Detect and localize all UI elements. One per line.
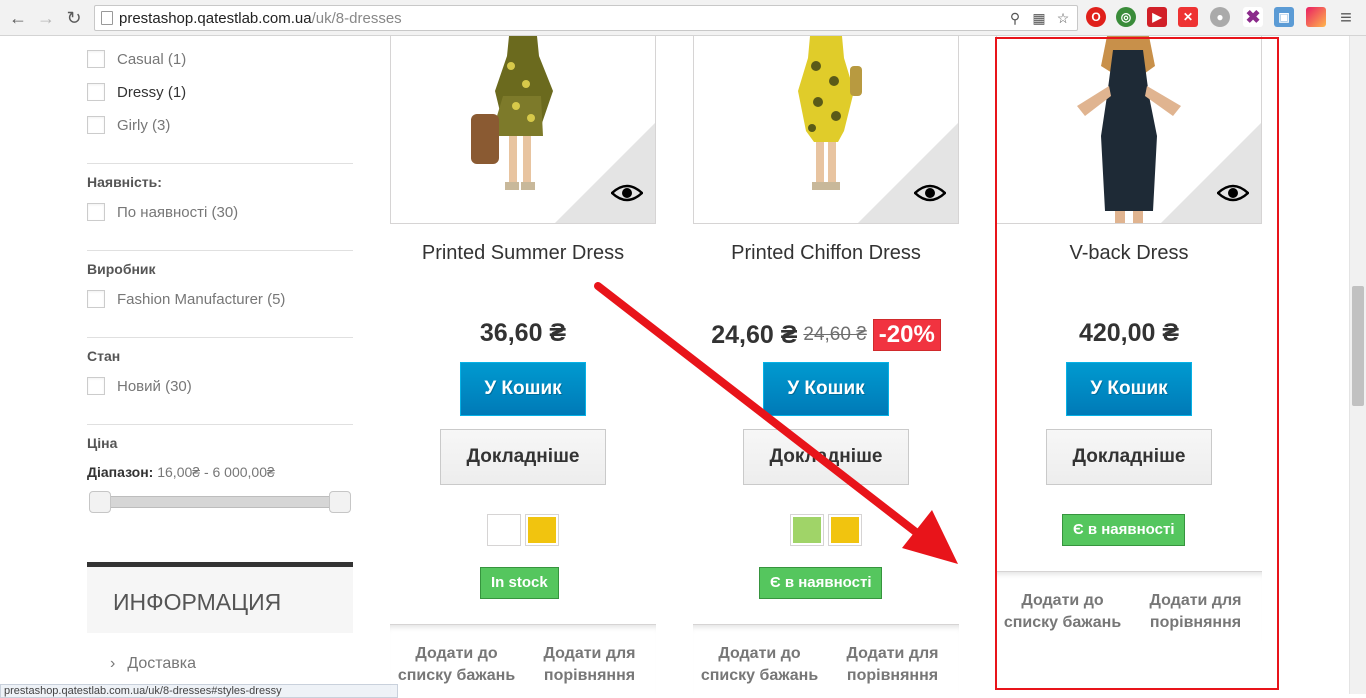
annotation-arrow-icon — [594, 282, 958, 564]
